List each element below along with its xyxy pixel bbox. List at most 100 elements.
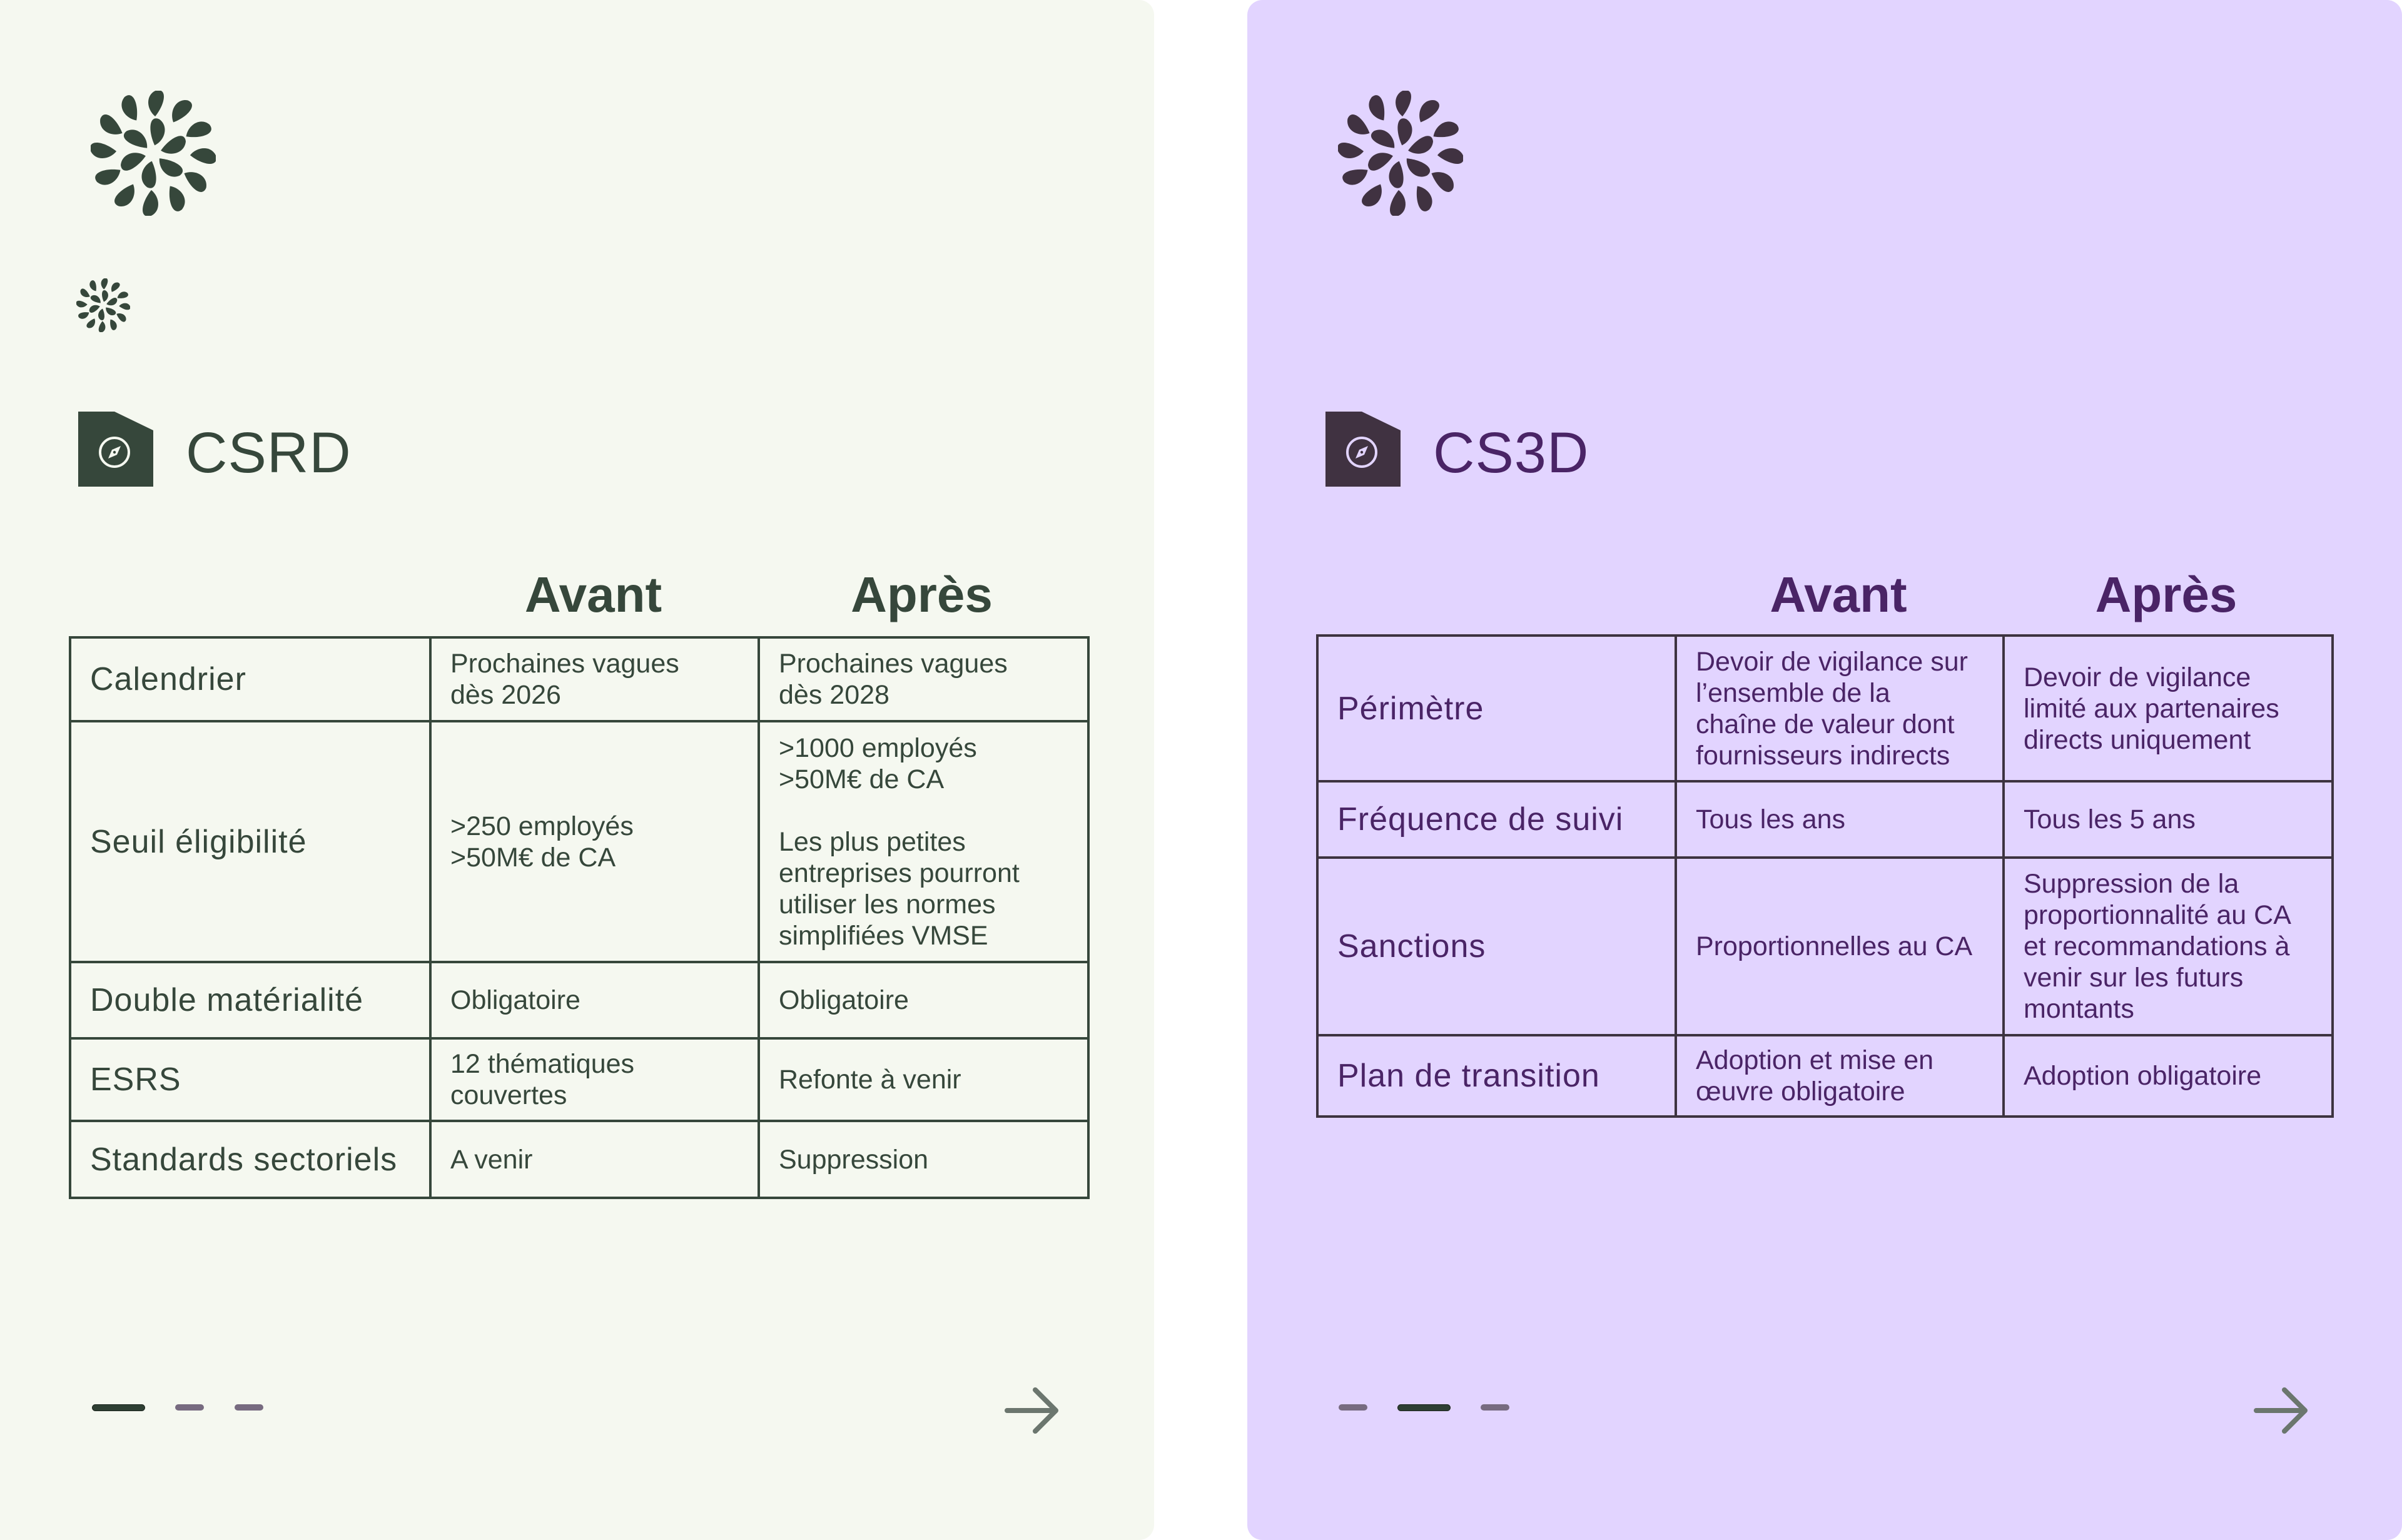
cell-apres: Suppression de la proportionnalité au CA… xyxy=(2002,856,2334,1036)
page-indicator-1-active[interactable] xyxy=(92,1404,145,1411)
flower-petal xyxy=(161,136,186,154)
cell-avant: A venir xyxy=(429,1120,760,1199)
column-header-apres: Après xyxy=(851,567,993,622)
flower-petal xyxy=(169,186,185,211)
comparison-table: Calendrier Prochaines vagues dès 2026 Pr… xyxy=(69,636,1090,1199)
row-label: Sanctions xyxy=(1316,856,1677,1036)
page-indicator-1[interactable] xyxy=(1339,1404,1367,1411)
card-title: CSRD xyxy=(186,421,352,485)
flower-petal xyxy=(102,290,108,302)
csrd-card: CSRD Avant Après Calendrier Prochaines v… xyxy=(0,0,1154,1540)
cell-apres: Devoir de vigilance limité aux partenair… xyxy=(2002,634,2334,783)
flower-petal xyxy=(1390,190,1406,216)
row-label: Seuil éligibilité xyxy=(69,720,432,963)
table-row: Standards sectoriels A venir Suppression xyxy=(69,1120,1090,1199)
arrow-right-icon xyxy=(2254,1387,2308,1434)
cs3d-card: CS3D Avant Après Périmètre Devoir de vig… xyxy=(1247,0,2402,1540)
flower-petal xyxy=(190,148,216,164)
flower-petal xyxy=(1416,186,1432,211)
flower-petal xyxy=(91,143,117,158)
flower-petal xyxy=(184,172,206,192)
flower-petal xyxy=(150,118,165,146)
flower-petal xyxy=(121,95,138,121)
flower-petal xyxy=(121,153,146,171)
column-header-avant: Avant xyxy=(1770,567,1907,622)
cell-apres: Adoption obligatoire xyxy=(2002,1034,2334,1118)
flower-petal xyxy=(1362,184,1382,206)
cell-apres: Tous les 5 ans xyxy=(2002,780,2334,859)
flower-petal xyxy=(90,295,101,303)
flower-logo-icon xyxy=(91,91,216,216)
cell-avant: 12 thématiques couvertes xyxy=(429,1037,760,1122)
column-headers: Avant Après xyxy=(1247,566,2402,629)
flower-logo-icon xyxy=(1338,91,1463,216)
page-indicator-3[interactable] xyxy=(235,1404,263,1411)
flower-petal xyxy=(89,305,100,313)
card-title: CS3D xyxy=(1433,421,1589,485)
pagination xyxy=(0,1404,375,1414)
arrow-right-icon xyxy=(1005,1387,1058,1434)
flower-petal xyxy=(1347,114,1370,134)
flower-petal xyxy=(110,319,117,330)
row-label: Fréquence de suivi xyxy=(1316,780,1677,859)
flower-petal xyxy=(76,300,88,308)
flower-petal xyxy=(123,129,148,148)
flower-logo-small-icon xyxy=(76,278,130,332)
next-arrow-button[interactable] xyxy=(1001,1382,1063,1439)
column-header-avant: Avant xyxy=(524,567,662,622)
table-row: Double matérialité Obligatoire Obligatoi… xyxy=(69,961,1090,1040)
table-row: Fréquence de suivi Tous les ans Tous les… xyxy=(1316,780,2334,859)
flower-petal xyxy=(100,114,123,134)
flower-petal xyxy=(119,303,130,310)
card-header: CS3D xyxy=(1325,410,1589,488)
page-indicator-2[interactable] xyxy=(175,1404,204,1411)
row-label: Double matérialité xyxy=(69,961,432,1040)
flower-petal xyxy=(1406,158,1431,177)
flower-petal xyxy=(1396,91,1411,117)
page-indicator-3[interactable] xyxy=(1481,1404,1509,1411)
column-headers: Avant Après xyxy=(0,566,1154,629)
cell-apres: Obligatoire xyxy=(758,961,1090,1040)
next-arrow-button[interactable] xyxy=(2250,1382,2313,1439)
page-indicator-2-active[interactable] xyxy=(1397,1404,1451,1411)
flower-petal xyxy=(111,282,120,292)
flower-petal xyxy=(114,184,134,206)
flower-petal xyxy=(106,307,116,316)
cell-avant: Proportionnelles au CA xyxy=(1675,856,2005,1036)
cell-apres: Prochaines vagues dès 2028 xyxy=(758,636,1090,722)
flower-petal xyxy=(1437,148,1463,164)
card-header: CSRD xyxy=(78,410,352,488)
cell-avant: Adoption et mise en œuvre obligatoire xyxy=(1675,1034,2005,1118)
flower-petal xyxy=(106,298,118,306)
flower-petal xyxy=(116,313,126,322)
cell-avant: Tous les ans xyxy=(1675,780,2005,859)
row-label: Standards sectoriels xyxy=(69,1120,432,1199)
flower-petal xyxy=(186,121,211,138)
cell-avant: Obligatoire xyxy=(429,961,760,1040)
flower-petal xyxy=(86,318,96,328)
row-label: ESRS xyxy=(69,1037,432,1122)
flower-petal xyxy=(98,321,106,332)
row-label: Plan de transition xyxy=(1316,1034,1677,1118)
table-row: Périmètre Devoir de vigilance sur l’ense… xyxy=(1316,634,2334,783)
table-row: Seuil éligibilité >250 employés >50M€ de… xyxy=(69,720,1090,963)
flower-petal xyxy=(159,158,183,177)
cell-avant: Prochaines vagues dès 2026 xyxy=(429,636,760,722)
table-row: ESRS 12 thématiques couvertes Refonte à … xyxy=(69,1037,1090,1122)
flower-petal xyxy=(1419,100,1439,123)
pagination xyxy=(1247,1404,1623,1414)
flower-petal xyxy=(172,100,192,123)
flower-petal xyxy=(141,161,156,188)
row-label: Périmètre xyxy=(1316,634,1677,783)
flower-petal xyxy=(1408,136,1433,154)
comparison-table: Périmètre Devoir de vigilance sur l’ense… xyxy=(1316,634,2334,1118)
compass-icon xyxy=(78,411,153,487)
flower-petal xyxy=(1368,153,1393,171)
flower-petal xyxy=(1371,129,1395,148)
column-header-apres: Après xyxy=(2095,567,2237,622)
cell-apres: Suppression xyxy=(758,1120,1090,1199)
flower-petal xyxy=(89,280,96,291)
flower-petal xyxy=(1342,169,1368,185)
cell-avant: Devoir de vigilance sur l’ensemble de la… xyxy=(1675,634,2005,783)
cell-apres: Refonte à venir xyxy=(758,1037,1090,1122)
